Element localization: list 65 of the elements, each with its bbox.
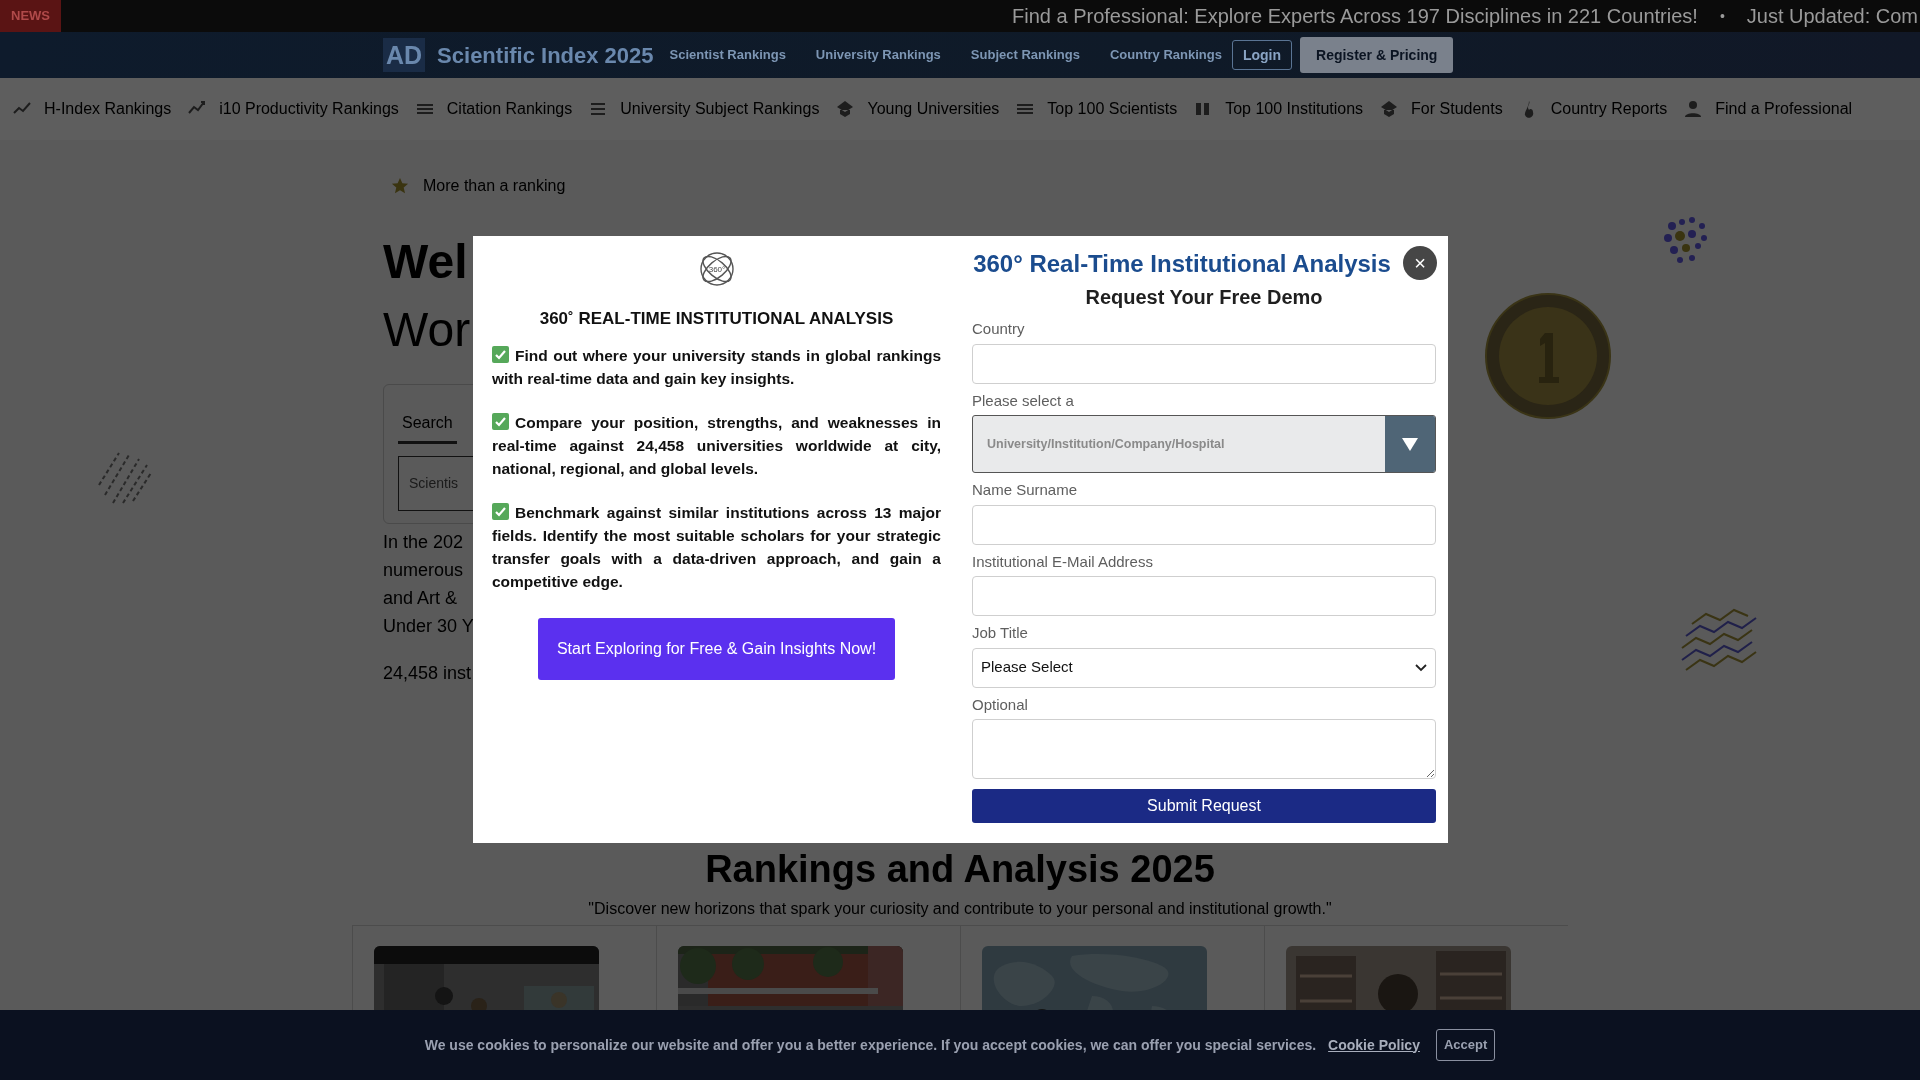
text-area[interactable] [972, 719, 1436, 779]
offer-title: 360˚ REAL-TIME INSTITUTIONAL ANALYSIS [539, 308, 894, 330]
subnav-link[interactable]: Citation Rankings [446, 97, 573, 121]
section-quote: "Discover new horizons that spark your curiosity and contribute to your personal and institutional growth." [588, 899, 1332, 919]
benefit-text: Compare your position, strengths, and weaknesses in real-time against 24,458 universities worldwide at city, national, regional, and global levels. [492, 411, 941, 479]
check-icon [492, 412, 509, 430]
cookie-notice: We use cookies to personalize our website and offer you a better experience. If you accept cookies, we can offer you special services. [424, 1035, 1317, 1055]
register-button[interactable]: Register & Pricing [1300, 37, 1454, 73]
chevron-icon [1415, 663, 1427, 672]
input-field[interactable] [972, 504, 1436, 545]
institution-count: 24,458 inst [383, 662, 472, 685]
caret-icon [1402, 437, 1418, 451]
subnav-link[interactable]: i10 Productivity Rankings [219, 97, 399, 121]
login-button[interactable]: Login [1231, 40, 1292, 70]
field-label: Please select a [972, 390, 1075, 411]
nav-link[interactable]: Scientist Rankings [669, 45, 786, 65]
subnav-link[interactable]: University Subject Rankings [620, 97, 820, 121]
logo[interactable]: AD [383, 38, 426, 72]
intro-text-line: Under 30 Y [383, 615, 474, 638]
nav-link[interactable]: University Rankings [815, 45, 941, 65]
news-label: NEWS [0, 0, 61, 32]
accept-button[interactable]: Accept [1435, 1029, 1496, 1061]
person-icon [1683, 99, 1704, 119]
check-icon [492, 345, 509, 363]
intro-text-line: and Art & [383, 587, 458, 610]
field-label: Optional [972, 694, 1029, 715]
submit-button[interactable]: Submit Request [972, 789, 1436, 823]
brand-name[interactable]: Scientific Index 2025 [437, 38, 654, 72]
field-label: Country [972, 319, 1026, 339]
benefit-text: Find out where your university stands in global rankings with real-time data and gain key insights. [492, 344, 941, 389]
subnav-link[interactable]: Find a Professional [1715, 97, 1853, 121]
tagline: More than a ranking [423, 176, 566, 196]
job-title-select[interactable]: Please Select [972, 647, 1436, 688]
input-field[interactable] [972, 576, 1436, 616]
nav-link[interactable]: Subject Rankings [970, 45, 1080, 65]
benefit-text: Benchmark against similar institutions across 13 major fields. Identify the most suitable scholars for your strategic transfer goals with a data-driven approach, and gain a competitive edge. [492, 501, 941, 592]
intro-text-line: numerous [383, 559, 464, 582]
field-label: Job Title [972, 623, 1029, 643]
section-heading: Rankings and Analysis 2025 [705, 847, 1215, 891]
hero-heading-line: Wel [383, 234, 469, 290]
360-logo-icon: 360° [697, 250, 736, 288]
search-tab[interactable]: Search [398, 411, 457, 444]
separator-dot: • [1719, 6, 1725, 26]
subnav-link[interactable]: Young Universities [867, 97, 1000, 121]
dialog-title: 360° Real-Time Institutional Analysis [973, 249, 1391, 279]
subnav-link[interactable]: Top 100 Institutions [1225, 97, 1364, 121]
hero-heading-line: Wor [383, 302, 471, 358]
news-headline[interactable]: Just Updated: Com [1746, 1, 1918, 31]
organization-dropdown[interactable]: University/Institution/Company/Hospital [972, 415, 1436, 473]
intro-text-line: In the 202 [383, 531, 464, 554]
news-headline[interactable]: Find a Professional: Explore Experts Across 197 Disciplines in 221 Countries! [1012, 1, 1698, 31]
field-label: Institutional E-Mail Address [972, 551, 1154, 572]
star-icon [391, 177, 409, 195]
cookie-policy-link[interactable]: Cookie Policy [1328, 1034, 1420, 1056]
dialog-subtitle: Request Your Free Demo [1084, 285, 1324, 310]
check-icon [492, 502, 509, 520]
subnav-link[interactable]: Country Reports [1550, 97, 1668, 121]
subnav-link[interactable]: Top 100 Scientists [1047, 97, 1178, 121]
start-exploring-button[interactable]: Start Exploring for Free & Gain Insights Now! [538, 617, 895, 680]
subnav-link[interactable]: For Students [1411, 97, 1503, 121]
close-button[interactable]: × [1403, 246, 1437, 280]
nav-link[interactable]: Country Rankings [1109, 45, 1222, 65]
subnav-link[interactable]: H-Index Rankings [44, 97, 172, 121]
input-field[interactable] [972, 343, 1436, 384]
field-label: Name Surname [972, 480, 1079, 500]
